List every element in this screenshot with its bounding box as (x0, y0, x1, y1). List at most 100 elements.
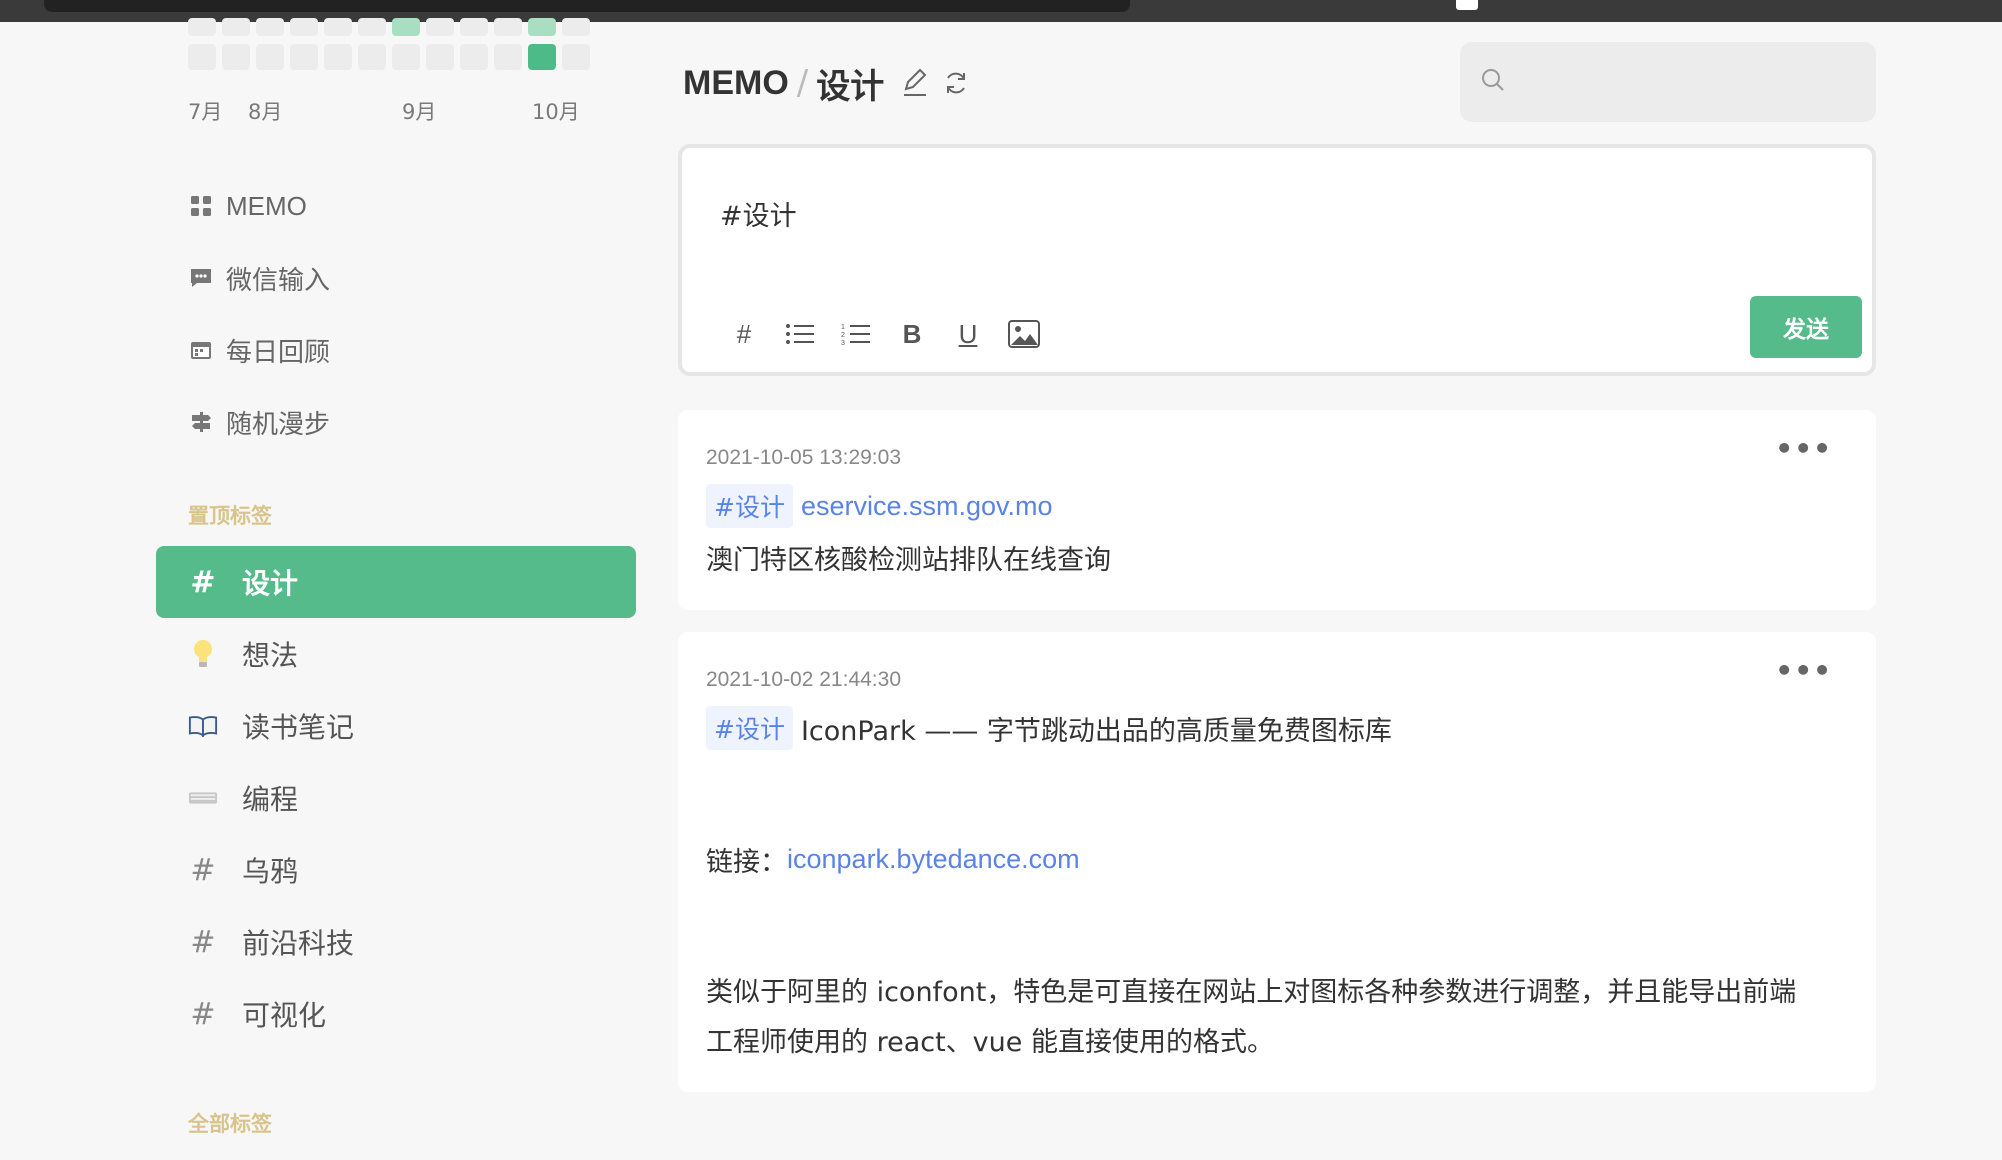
bullet-list-button[interactable] (772, 314, 828, 354)
heatmap-cell[interactable] (392, 18, 420, 36)
memo-link[interactable]: eservice.ssm.gov.mo (801, 491, 1053, 522)
hash-icon: # (190, 852, 216, 888)
heatmap-cell[interactable] (494, 18, 522, 36)
tag-item-programming[interactable]: 编程 (156, 762, 636, 834)
calendar-icon (188, 337, 214, 363)
memo-description-line: 工程师使用的 react、vue 能直接使用的格式。 (706, 1027, 1274, 1058)
nav-item-random-walk[interactable]: 随机漫步 (188, 402, 330, 442)
heatmap-cell[interactable] (188, 18, 216, 36)
memo-first-line: #设计 eservice.ssm.gov.mo (706, 484, 1053, 528)
svg-text:3: 3 (841, 340, 845, 346)
hash-icon: # (190, 924, 216, 960)
heatmap-cell[interactable] (222, 18, 250, 36)
numbered-list-icon: 123 (841, 324, 870, 346)
tag-tool-button[interactable]: # (716, 314, 772, 354)
nav-label: 每日回顾 (226, 337, 331, 368)
memo-tag[interactable]: #设计 (706, 706, 793, 750)
memo-first-line: #设计 IconPark —— 字节跳动出品的高质量免费图标库 (706, 706, 1392, 750)
tag-label: 乌鸦 (242, 855, 299, 888)
heatmap-cell[interactable] (528, 18, 556, 36)
tag-label: 前沿科技 (242, 927, 355, 960)
grid-icon (188, 193, 214, 219)
month-label: 7月 (188, 100, 223, 124)
breadcrumb-separator: / (796, 63, 809, 103)
heatmap-cell[interactable] (324, 44, 352, 70)
memo-card: 2021-10-05 13:29:03 ••• #设计 eservice.ssm… (678, 410, 1876, 610)
numbered-list-button[interactable]: 123 (828, 314, 884, 354)
chat-icon (188, 265, 214, 291)
nav-item-daily-review[interactable]: 每日回顾 (188, 330, 330, 370)
tag-label: 想法 (242, 639, 299, 672)
tag-item-crow[interactable]: # 乌鸦 (156, 834, 636, 906)
heatmap-cell[interactable] (358, 44, 386, 70)
hash-icon: # (190, 564, 216, 600)
all-tags-title: 全部标签 (188, 1112, 272, 1136)
tag-item-reading-notes[interactable]: 读书笔记 (156, 690, 636, 762)
more-options-icon[interactable]: ••• (1775, 432, 1832, 465)
memo-tag[interactable]: #设计 (706, 484, 793, 528)
pinned-tags-title: 置顶标签 (188, 504, 272, 528)
heatmap-cell[interactable] (562, 44, 590, 70)
bold-button[interactable]: B (884, 314, 940, 354)
heatmap-cell[interactable] (256, 18, 284, 36)
book-icon (188, 714, 218, 738)
tag-item-design[interactable]: # 设计 (156, 546, 636, 618)
month-label: 9月 (402, 100, 437, 124)
heatmap-cell[interactable] (256, 44, 284, 70)
image-icon (1008, 320, 1040, 348)
heatmap-cell[interactable] (528, 44, 556, 70)
heatmap-cell[interactable] (562, 18, 590, 36)
heatmap-cell[interactable] (324, 18, 352, 36)
heatmap-cell[interactable] (290, 44, 318, 70)
heatmap-row (188, 44, 590, 70)
breadcrumb-root[interactable]: MEMO (683, 64, 789, 103)
search-icon (1480, 67, 1506, 97)
memo-description-line: 类似于阿里的 iconfont，特色是可直接在网站上对图标各种参数进行调整，并且… (706, 977, 1797, 1008)
search-box[interactable] (1460, 42, 1876, 122)
memo-link[interactable]: iconpark.bytedance.com (787, 844, 1080, 875)
heatmap-cell[interactable] (426, 44, 454, 70)
heatmap-cell[interactable] (494, 44, 522, 70)
image-button[interactable] (996, 314, 1052, 354)
month-label: 10月 (532, 100, 580, 124)
search-input[interactable] (1516, 69, 1856, 95)
svg-text:1: 1 (841, 324, 845, 331)
horizontal-scroll-thumb[interactable] (44, 0, 1130, 12)
underline-button[interactable]: U (940, 314, 996, 354)
nav-label: 随机漫步 (226, 409, 331, 440)
heatmap-cell[interactable] (460, 44, 488, 70)
top-marker (1456, 0, 1478, 10)
heatmap-cell[interactable] (222, 44, 250, 70)
send-button[interactable]: 发送 (1750, 296, 1862, 358)
heatmap-cell[interactable] (188, 44, 216, 70)
nav-item-memo[interactable]: MEMO (188, 186, 307, 226)
memo-link-label: 链接： (706, 847, 787, 878)
page-title: MEMO / 设计 (683, 58, 970, 108)
nav-item-wechat-input[interactable]: 微信输入 (188, 258, 330, 298)
memo-title: IconPark —— 字节跳动出品的高质量免费图标库 (800, 715, 1392, 747)
breadcrumb-current: 设计 (816, 66, 885, 107)
month-label: 8月 (248, 100, 283, 124)
edit-icon[interactable] (900, 68, 930, 98)
tag-item-visualization[interactable]: # 可视化 (156, 978, 636, 1050)
editor-toolbar: # 123 B U (716, 314, 1052, 354)
heatmap-row (188, 18, 590, 36)
heatmap-cell[interactable] (460, 18, 488, 36)
nav-label: MEMO (226, 190, 307, 221)
heatmap-cell[interactable] (358, 18, 386, 36)
memo-editor[interactable]: #设计 # 123 B U 发送 (678, 144, 1876, 376)
tag-item-frontier-tech[interactable]: # 前沿科技 (156, 906, 636, 978)
heatmap-cell[interactable] (392, 44, 420, 70)
heatmap-cell[interactable] (426, 18, 454, 36)
tag-label: 编程 (242, 783, 299, 816)
tag-item-ideas[interactable]: 想法 (156, 618, 636, 690)
tag-label: 可视化 (242, 999, 327, 1032)
keyboard-icon (188, 789, 218, 807)
tag-label: 读书笔记 (242, 711, 355, 744)
editor-content[interactable]: #设计 (720, 194, 797, 233)
refresh-icon[interactable] (942, 69, 970, 97)
memo-timestamp: 2021-10-02 21:44:30 (706, 668, 901, 691)
heatmap-cell[interactable] (290, 18, 318, 36)
more-options-icon[interactable]: ••• (1775, 654, 1832, 687)
tag-label: 设计 (242, 567, 299, 600)
